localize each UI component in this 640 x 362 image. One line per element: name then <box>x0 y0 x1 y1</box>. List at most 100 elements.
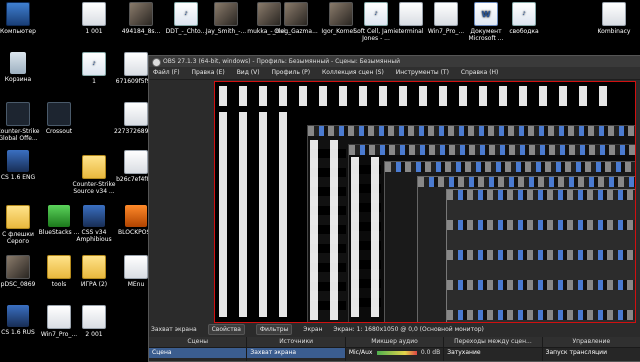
mixer-channel: Mic/Aux 0.0 dB <box>346 348 443 358</box>
menu-file[interactable]: Файл (F) <box>153 69 180 76</box>
preview-capture-icons <box>351 157 381 317</box>
doc-icon <box>124 102 148 126</box>
cs-icon <box>47 102 71 126</box>
desktop-icon-label: Counter-Strike Source v34 ... <box>72 181 116 195</box>
doc-icon <box>124 52 148 76</box>
volume-meter <box>377 350 418 355</box>
game-icon <box>83 205 105 227</box>
obs-window[interactable]: OBS 27.1.3 (64-bit, windows) - Профиль: … <box>148 55 640 362</box>
desktop-icon-label: Crossout <box>45 128 73 135</box>
photo-icon <box>6 255 30 279</box>
desktop-icon[interactable]: 2 001 <box>68 305 120 338</box>
photo-icon <box>284 2 308 26</box>
preview-nested-window <box>307 125 635 322</box>
preview-nested-strip <box>308 126 635 136</box>
desktop-icon-label: Kombinacy <box>597 28 631 35</box>
desktop-icon[interactable]: Корзина <box>0 52 44 83</box>
doc-icon <box>434 2 458 26</box>
menu-profile[interactable]: Профиль (P) <box>271 69 310 76</box>
desktop-icon[interactable]: Kombinacy <box>588 2 640 35</box>
photo-icon <box>214 2 238 26</box>
source-item[interactable]: Захват экрана <box>247 348 345 358</box>
screen-label: Экран <box>303 326 323 333</box>
mixer-value: 0.0 dB <box>420 349 441 356</box>
obs-titlebar[interactable]: OBS 27.1.3 (64-bit, windows) - Профиль: … <box>149 56 640 67</box>
doc-icon <box>82 305 106 329</box>
obs-logo-icon <box>152 58 161 67</box>
filters-button[interactable]: Фильтры <box>255 324 293 335</box>
preview-nested-window <box>417 176 635 322</box>
preview-nested-strip <box>447 220 635 230</box>
folder-icon <box>6 205 30 229</box>
preview-capture-icons <box>219 86 619 106</box>
desktop-icon[interactable]: CS 1.6 ENG <box>0 150 44 181</box>
preview-nested-strip <box>385 162 635 172</box>
mp3-icon: ♪ <box>174 2 198 26</box>
desktop-icon-label: 2 001 <box>85 331 103 338</box>
orange-icon <box>125 205 147 227</box>
doc-icon <box>82 2 106 26</box>
menu-view[interactable]: Вид (V) <box>237 69 260 76</box>
desktop-icon[interactable]: 1 001 <box>68 2 120 35</box>
obs-docks: Сцены Сцена Источники Захват экрана Микш… <box>149 337 640 361</box>
doc-icon <box>124 255 148 279</box>
preview-capture-icons <box>219 112 289 317</box>
doc-icon <box>124 150 148 174</box>
pc-icon <box>6 2 30 26</box>
desktop-icon[interactable]: ♪ свободка <box>498 2 550 35</box>
obs-title: OBS 27.1.3 (64-bit, windows) - Профиль: … <box>163 58 400 65</box>
scene-item[interactable]: Сцена <box>149 348 247 358</box>
menu-tools[interactable]: Инструменты (T) <box>396 69 449 76</box>
bin-icon <box>10 52 26 74</box>
sources-dock-header: Источники <box>247 337 345 348</box>
preview-nested-strip <box>349 145 635 155</box>
transitions-dock: Переходы между сцен... Затухание <box>444 337 543 361</box>
preview-nested-strip <box>447 310 635 320</box>
transitions-header: Переходы между сцен... <box>444 337 542 348</box>
game-icon <box>7 150 29 172</box>
desktop-icon-label: Корзина <box>4 76 32 83</box>
mp3-icon: ♪ <box>512 2 536 26</box>
source-toolbar: Захват экрана Свойства Фильтры Экран Экр… <box>149 324 640 336</box>
folder-icon <box>82 155 106 179</box>
obs-menubar: Файл (F) Правка (E) Вид (V) Профиль (P) … <box>149 67 640 80</box>
game-icon <box>7 305 29 327</box>
word-icon: W <box>474 2 498 26</box>
folder-icon <box>82 255 106 279</box>
cs-icon <box>6 102 30 126</box>
desktop-icon-label: CS 1.6 ENG <box>0 174 36 181</box>
preview-nested-strip <box>418 177 635 187</box>
scenes-dock: Сцены Сцена <box>149 337 248 361</box>
photo-icon <box>129 2 153 26</box>
preview-nested-window <box>348 144 635 322</box>
sources-dock: Источники Захват экрана <box>247 337 346 361</box>
screen-select[interactable]: Экран: 1: 1680x1050 @ 0,0 (Основной мони… <box>333 326 483 333</box>
mixer-channel-name: Mic/Aux <box>348 349 373 356</box>
preview-nested-window <box>384 161 635 322</box>
desktop-icon-label: свободка <box>509 28 539 35</box>
desktop-icon-label: 1 001 <box>85 28 103 35</box>
desktop-icon[interactable]: Counter-Strike Source v34 ... <box>68 155 120 195</box>
menu-help[interactable]: Справка (H) <box>461 69 499 76</box>
scenes-dock-header: Сцены <box>149 337 247 348</box>
menu-edit[interactable]: Правка (E) <box>192 69 225 76</box>
menu-scene-collection[interactable]: Коллекция сцен (S) <box>322 69 384 76</box>
doc-icon <box>602 2 626 26</box>
obs-preview[interactable] <box>214 81 636 323</box>
source-name: Захват экрана <box>151 326 197 333</box>
desktop-icon-label: Компьютер <box>0 28 36 35</box>
preview-nested-strip <box>447 250 635 260</box>
desktop-icon[interactable]: Компьютер <box>0 2 44 35</box>
preview-nested-strip <box>447 280 635 290</box>
transition-select[interactable]: Затухание <box>444 348 541 358</box>
desktop-icon[interactable]: Crossout <box>33 102 85 135</box>
audio-mixer-header: Микшер аудио <box>345 337 444 348</box>
start-streaming-button[interactable]: Запуск трансляции <box>543 348 640 358</box>
controls-header: Управление <box>542 337 640 348</box>
properties-button[interactable]: Свойства <box>207 324 245 335</box>
preview-nested-strip <box>447 190 635 200</box>
green-icon <box>48 205 70 227</box>
mp3-icon: ♪ <box>82 52 106 76</box>
preview-capture-icons <box>310 140 346 320</box>
controls-dock: Управление Запуск трансляции <box>542 337 640 361</box>
